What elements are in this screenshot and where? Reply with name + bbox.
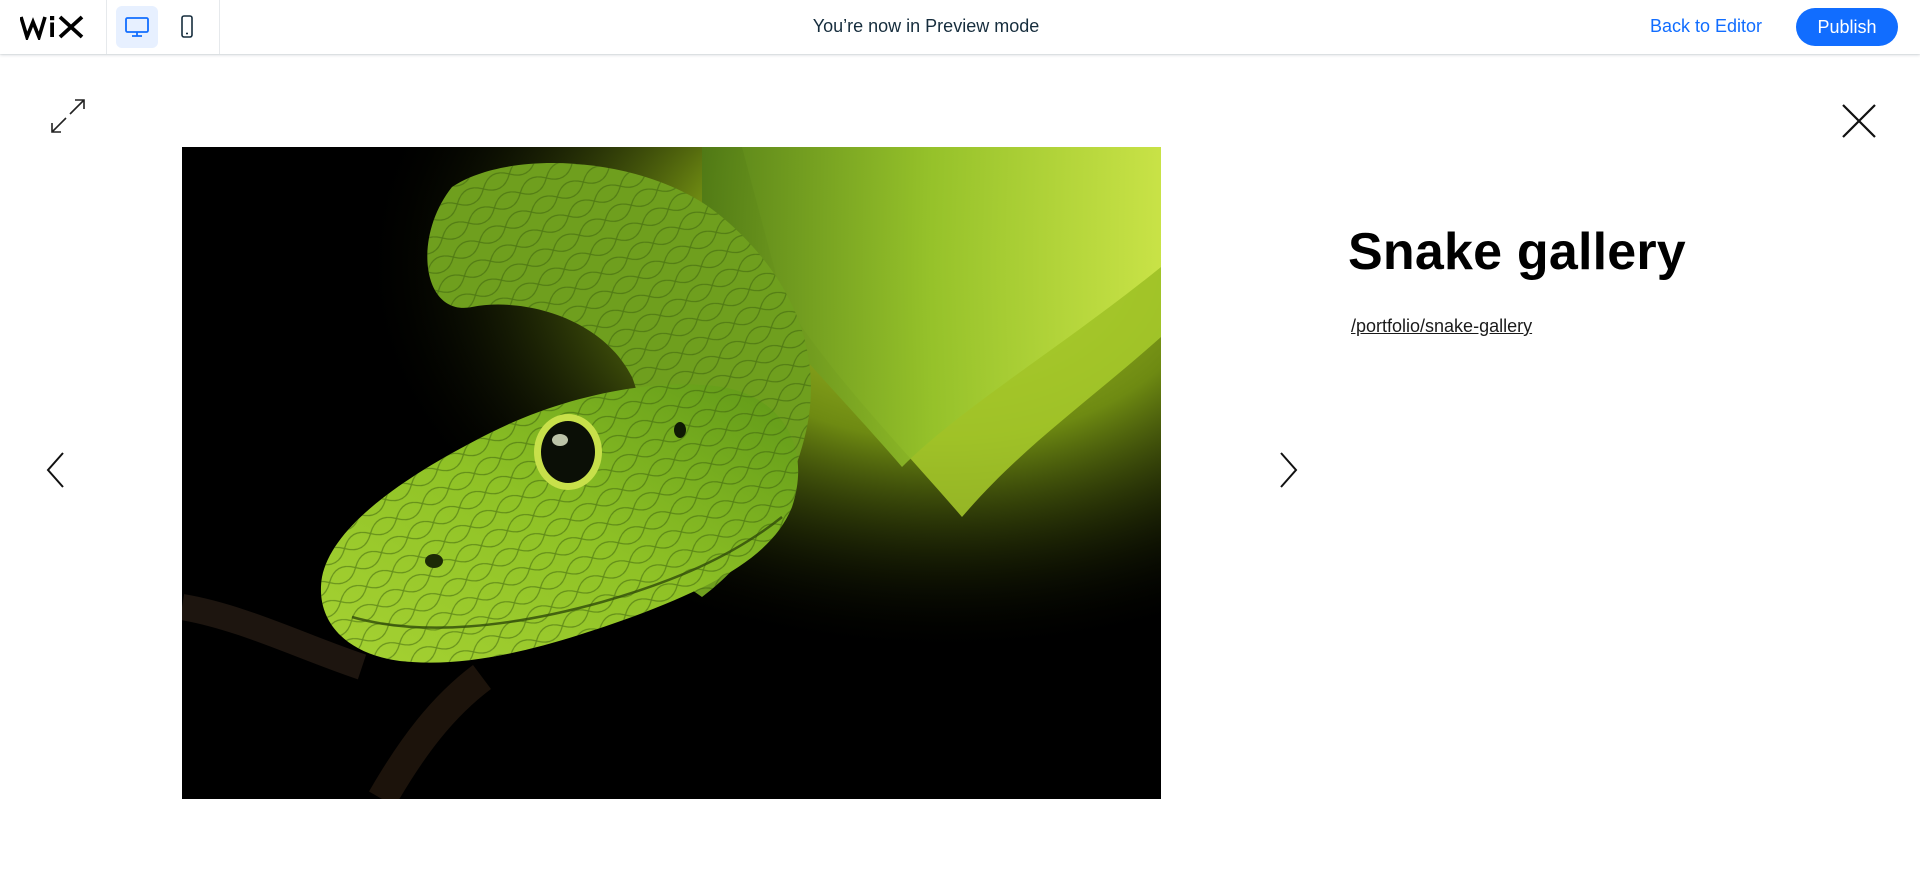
gallery-image — [182, 147, 1161, 799]
green-snake-photo — [182, 147, 1161, 799]
chevron-right-icon[interactable] — [1276, 450, 1300, 490]
gallery-slug-link[interactable]: /portfolio/snake-gallery — [1351, 316, 1532, 337]
chevron-left-icon[interactable] — [44, 450, 68, 490]
publish-button[interactable]: Publish — [1796, 8, 1898, 46]
close-icon[interactable] — [1840, 102, 1878, 140]
back-to-editor-link[interactable]: Back to Editor — [1650, 16, 1762, 37]
preview-topbar: You’re now in Preview mode Back to Edito… — [0, 0, 1920, 54]
expand-icon[interactable] — [48, 96, 88, 136]
preview-mode-message: You’re now in Preview mode — [812, 16, 1040, 36]
gallery-title: Snake gallery — [1348, 223, 1686, 281]
